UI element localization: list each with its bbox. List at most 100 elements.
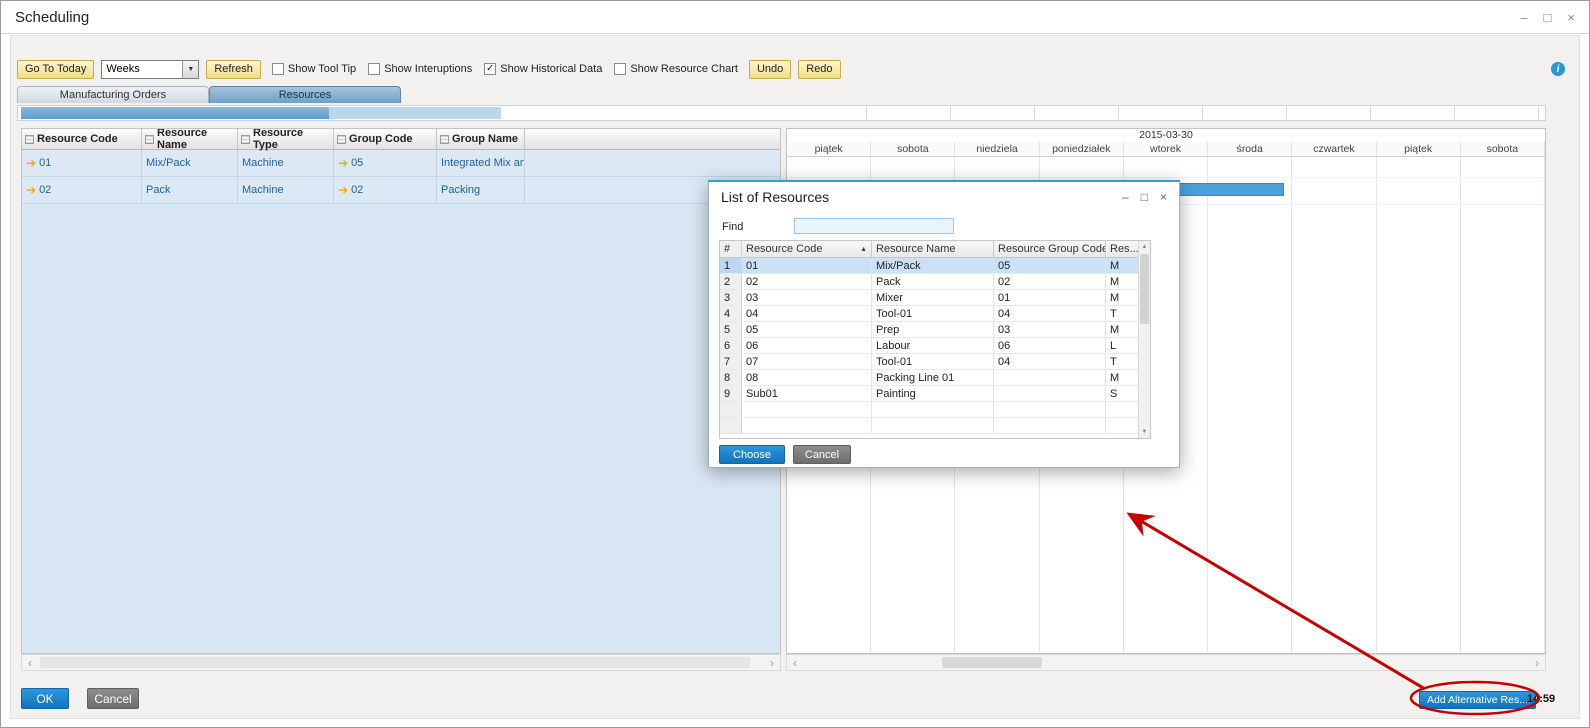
dialog-titlebar[interactable]: List of Resources – □ × bbox=[709, 182, 1179, 212]
dialog-minimize-icon[interactable]: – bbox=[1122, 190, 1129, 204]
filter-icon[interactable] bbox=[440, 134, 449, 144]
refresh-button[interactable]: Refresh bbox=[206, 59, 261, 79]
scroll-down-icon[interactable]: ▼ bbox=[1139, 426, 1150, 438]
toolbar-checkbox[interactable]: ✓ Show Historical Data bbox=[484, 63, 602, 75]
gantt-hscrollbar[interactable]: ‹ › bbox=[786, 654, 1546, 671]
add-alternative-resource-button[interactable]: Add Alternative Res... bbox=[1419, 691, 1536, 709]
period-dropdown[interactable]: Weeks ▼ bbox=[101, 59, 200, 79]
toolbar-checkbox[interactable]: Show Tool Tip bbox=[271, 63, 356, 75]
row-resource-group-code: 04 bbox=[994, 306, 1106, 322]
undo-button[interactable]: Undo bbox=[748, 59, 792, 79]
dialog-table-row[interactable]: 8 08 Packing Line 01 M bbox=[720, 370, 1139, 386]
row-resource-type: L bbox=[1106, 338, 1139, 354]
row-resource-code: 08 bbox=[742, 370, 872, 386]
ok-button[interactable]: OK bbox=[21, 688, 69, 709]
scroll-left-icon[interactable]: ‹ bbox=[22, 655, 38, 670]
dialog-close-icon[interactable]: × bbox=[1160, 190, 1167, 204]
column-header[interactable]: Resource Type bbox=[238, 129, 334, 151]
link-arrow-icon[interactable]: ➔ bbox=[338, 184, 348, 196]
maximize-icon[interactable]: □ bbox=[1544, 10, 1552, 25]
dialog-table-row[interactable]: 4 04 Tool-01 04 T bbox=[720, 306, 1139, 322]
dialog-cancel-button[interactable]: Cancel bbox=[793, 445, 851, 464]
resource-type: Machine bbox=[238, 150, 334, 176]
dialog-vscrollbar[interactable]: ▲ ▼ bbox=[1138, 241, 1150, 438]
minimize-icon[interactable]: – bbox=[1520, 10, 1527, 25]
redo-button[interactable]: Redo bbox=[798, 59, 841, 79]
filter-icon[interactable] bbox=[337, 134, 346, 144]
scroll-up-icon[interactable]: ▲ bbox=[1139, 241, 1150, 253]
checkbox-box[interactable]: ✓ bbox=[484, 63, 497, 75]
toolbar: Go To Today Weeks ▼ Refresh Show Tool Ti… bbox=[17, 58, 1539, 80]
gantt-day-label: sobota bbox=[871, 142, 956, 156]
column-header-resource-name[interactable]: Resource Name bbox=[872, 241, 994, 257]
column-header[interactable]: Resource Code bbox=[22, 129, 142, 149]
row-resource-group-code: 01 bbox=[994, 290, 1106, 306]
dialog-table-row[interactable]: 5 05 Prep 03 M bbox=[720, 322, 1139, 338]
tab-manufacturing-orders[interactable]: Manufacturing Orders bbox=[17, 86, 209, 103]
column-header-label: Resource Code bbox=[37, 133, 118, 145]
column-header-resource-group-code[interactable]: Resource Group Code bbox=[994, 241, 1106, 257]
column-header[interactable]: Group Name bbox=[437, 129, 525, 149]
link-arrow-icon[interactable]: ➔ bbox=[26, 157, 36, 169]
scrollbar-thumb[interactable] bbox=[40, 657, 750, 668]
timeline-overview-strip[interactable] bbox=[17, 105, 1546, 121]
row-resource-group-code: 06 bbox=[994, 338, 1106, 354]
dialog-table-row[interactable]: 7 07 Tool-01 04 T bbox=[720, 354, 1139, 370]
cancel-button[interactable]: Cancel bbox=[87, 688, 139, 709]
filter-icon[interactable] bbox=[241, 134, 250, 144]
table-row[interactable]: ➔ 01 Mix/Pack Machine ➔ 05 Integrated Mix … bbox=[22, 150, 780, 177]
filter-icon[interactable] bbox=[145, 134, 154, 144]
find-input[interactable] bbox=[794, 218, 954, 234]
left-panel-hscrollbar[interactable]: ‹ › bbox=[21, 654, 781, 671]
go-to-today-button[interactable]: Go To Today bbox=[17, 59, 95, 79]
column-header[interactable]: Group Code bbox=[334, 129, 437, 149]
tab-resources[interactable]: Resources bbox=[209, 86, 401, 103]
row-resource-type: T bbox=[1106, 354, 1139, 370]
column-header[interactable]: Resource Name bbox=[142, 129, 238, 151]
link-arrow-icon[interactable]: ➔ bbox=[338, 157, 348, 169]
chevron-down-icon[interactable]: ▼ bbox=[182, 60, 199, 78]
group-code: 05 bbox=[351, 157, 364, 169]
scrollbar-thumb[interactable] bbox=[1140, 254, 1149, 324]
choose-button[interactable]: Choose bbox=[719, 445, 785, 464]
scrollbar-thumb[interactable] bbox=[942, 657, 1042, 668]
info-icon[interactable]: i bbox=[1551, 62, 1565, 76]
link-arrow-icon[interactable]: ➔ bbox=[26, 184, 36, 196]
toolbar-checkbox[interactable]: Show Interuptions bbox=[368, 63, 472, 75]
column-header-number[interactable]: # bbox=[720, 241, 742, 257]
filter-icon[interactable] bbox=[25, 134, 34, 144]
checkbox-box[interactable] bbox=[614, 63, 627, 75]
column-header-label: Group Name bbox=[452, 133, 519, 145]
dialog-table-empty-rows bbox=[720, 402, 1150, 434]
dialog-table-row[interactable]: 3 03 Mixer 01 M bbox=[720, 290, 1139, 306]
close-icon[interactable]: × bbox=[1567, 10, 1575, 25]
dialog-table-row[interactable]: 1 01 Mix/Pack 05 M bbox=[720, 258, 1139, 274]
scroll-left-icon[interactable]: ‹ bbox=[787, 655, 803, 670]
row-number: 4 bbox=[720, 306, 742, 322]
checkbox-box[interactable] bbox=[271, 63, 284, 75]
toolbar-checkbox[interactable]: Show Resource Chart bbox=[614, 63, 738, 75]
overview-secondary-range[interactable] bbox=[329, 107, 501, 119]
dialog-table-row[interactable]: 2 02 Pack 02 M bbox=[720, 274, 1139, 290]
column-header-resource-type[interactable]: Res... bbox=[1106, 241, 1139, 257]
checkbox-label: Show Interuptions bbox=[384, 63, 473, 75]
row-resource-code: 01 bbox=[742, 258, 872, 274]
scroll-right-icon[interactable]: › bbox=[764, 655, 780, 670]
sort-ascending-icon: ▲ bbox=[860, 245, 867, 253]
column-header-resource-code[interactable]: Resource Code ▲ bbox=[742, 241, 872, 257]
dialog-table-body: 1 01 Mix/Pack 05 M 2 02 Pack 02 M 3 03 M… bbox=[720, 258, 1150, 402]
gantt-day-label: wtorek bbox=[1124, 142, 1209, 156]
scroll-right-icon[interactable]: › bbox=[1529, 655, 1545, 670]
resource-table-body: ➔ 01 Mix/Pack Machine ➔ 05 Integrated Mix … bbox=[22, 150, 780, 653]
table-row[interactable]: ➔ 02 Pack Machine ➔ 02 Packing bbox=[22, 177, 780, 204]
row-number: 2 bbox=[720, 274, 742, 290]
gantt-week-label: 2015-03-30 bbox=[1139, 129, 1193, 141]
row-resource-group-code bbox=[994, 370, 1106, 386]
checkbox-label: Show Resource Chart bbox=[630, 63, 738, 75]
dialog-table-row[interactable]: 9 Sub01 Painting S bbox=[720, 386, 1139, 402]
dialog-table-row[interactable]: 6 06 Labour 06 L bbox=[720, 338, 1139, 354]
row-resource-code: 05 bbox=[742, 322, 872, 338]
checkbox-box[interactable] bbox=[368, 63, 381, 75]
dialog-maximize-icon[interactable]: □ bbox=[1141, 190, 1148, 204]
overview-selected-range[interactable] bbox=[21, 107, 329, 119]
